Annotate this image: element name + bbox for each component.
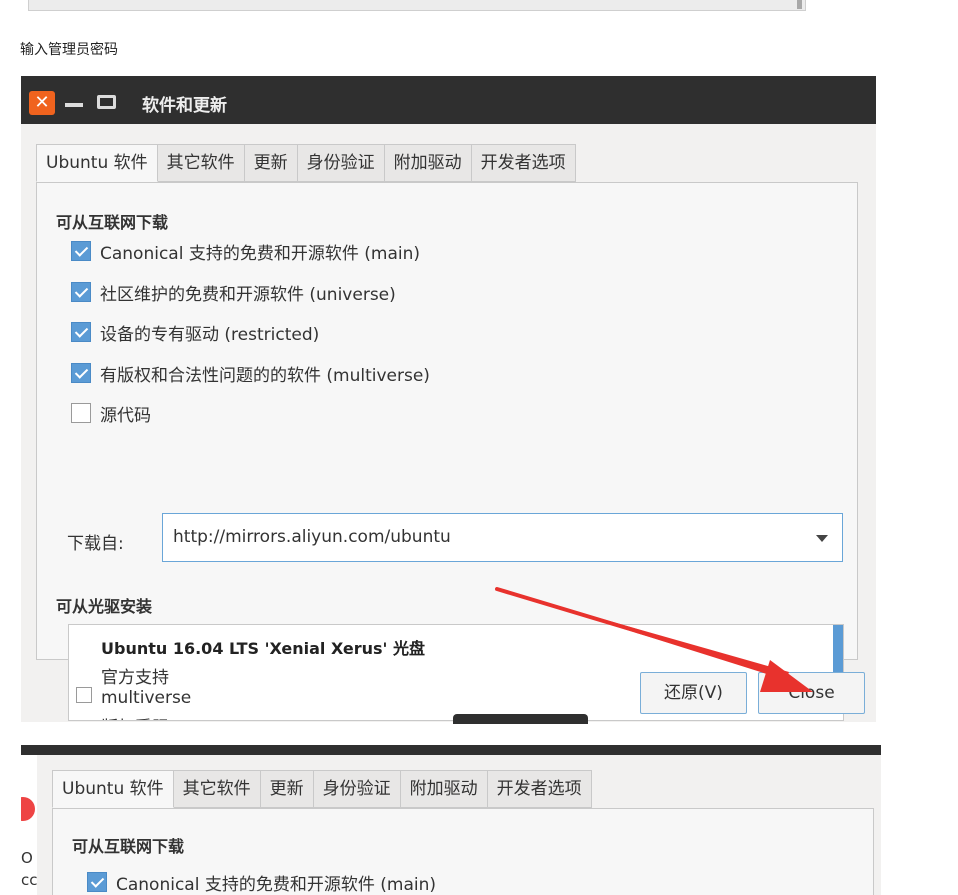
window-title: 软件和更新 (142, 96, 227, 116)
checkbox-multiverse[interactable] (71, 363, 91, 383)
tab-panel: 可从互联网下载 Canonical 支持的免费和开源软件 (main) 社区维护… (36, 182, 858, 721)
option-main[interactable]: Canonical 支持的免费和开源软件 (main) (71, 238, 420, 264)
option-main-label-2: Canonical 支持的免费和开源软件 (main) (116, 874, 436, 895)
window-close-button[interactable]: ✕ (29, 91, 55, 115)
cdrom-line-restricted: 版权受限 (101, 713, 169, 720)
caption-text: 输入管理员密码 (20, 42, 118, 58)
tab-ubuntu-software[interactable]: Ubuntu 软件 (36, 144, 158, 182)
chevron-down-icon[interactable] (816, 535, 828, 542)
tab-bar-second: Ubuntu 软件 其它软件 更新 身份验证 附加驱动 开发者选项 (52, 770, 592, 808)
software-updates-window: ✕ 软件和更新 Ubuntu 软件 其它软件 更新 身份验证 附加驱动 开发者选… (21, 76, 876, 722)
option-multiverse[interactable]: 有版权和合法性问题的的软件 (multiverse) (71, 360, 430, 386)
tab-additional-drivers[interactable]: 附加驱动 (384, 144, 472, 182)
app-icon-fragment (21, 797, 35, 821)
download-server-combo[interactable]: http://mirrors.aliyun.com/ubuntu (162, 513, 843, 562)
cdrom-line-multiverse: multiverse (101, 688, 192, 708)
close-button[interactable]: Close (758, 672, 865, 714)
cdrom-section-heading: 可从光驱安装 (56, 597, 153, 616)
tab-ubuntu-software-2[interactable]: Ubuntu 软件 (52, 770, 174, 808)
window-maximize-button[interactable] (97, 95, 116, 109)
option-restricted[interactable]: 设备的专有驱动 (restricted) (71, 319, 319, 345)
tab-bar: Ubuntu 软件 其它软件 更新 身份验证 附加驱动 开发者选项 (36, 144, 576, 182)
option-multiverse-label: 有版权和合法性问题的的软件 (multiverse) (100, 365, 430, 386)
tab-panel-second: 可从互联网下载 Canonical 支持的免费和开源软件 (main) (52, 808, 874, 895)
tab-developer-options[interactable]: 开发者选项 (471, 144, 576, 182)
tab-additional-drivers-2[interactable]: 附加驱动 (400, 770, 488, 808)
titlebar: ✕ 软件和更新 (21, 76, 876, 124)
download-from-label: 下载自: (67, 534, 124, 554)
option-universe-label: 社区维护的免费和开源软件 (universe) (100, 284, 396, 305)
internet-section-heading: 可从互联网下载 (56, 213, 169, 232)
tab-updates-2[interactable]: 更新 (260, 770, 314, 808)
checkbox-cdrom[interactable] (76, 687, 92, 703)
tab-authentication-2[interactable]: 身份验证 (313, 770, 401, 808)
option-source-code-label: 源代码 (100, 405, 151, 426)
option-source-code[interactable]: 源代码 (71, 400, 151, 426)
tab-updates[interactable]: 更新 (244, 144, 298, 182)
option-universe[interactable]: 社区维护的免费和开源软件 (universe) (71, 279, 396, 305)
tab-authentication[interactable]: 身份验证 (297, 144, 385, 182)
option-main-label: Canonical 支持的免费和开源软件 (main) (100, 243, 420, 264)
software-updates-window-second: O cc Ubuntu 软件 其它软件 更新 身份验证 附加驱动 开发者选项 可… (21, 745, 881, 895)
scrollbar-fragment (797, 0, 802, 9)
window-minimize-button[interactable] (65, 103, 83, 107)
option-main-2[interactable]: Canonical 支持的免费和开源软件 (main) (87, 869, 436, 895)
internet-section-heading-2: 可从互联网下载 (72, 837, 185, 856)
tab-developer-options-2[interactable]: 开发者选项 (487, 770, 592, 808)
checkbox-source-code[interactable] (71, 403, 91, 423)
tab-other-software[interactable]: 其它软件 (157, 144, 245, 182)
checkbox-restricted[interactable] (71, 322, 91, 342)
titlebar-second (21, 745, 881, 755)
background-text-fragment-2: cc (21, 871, 37, 889)
checkbox-main[interactable] (71, 241, 91, 261)
cdrom-title: Ubuntu 16.04 LTS 'Xenial Xerus' 光盘 (101, 639, 425, 658)
checkbox-main-2[interactable] (87, 872, 107, 892)
revert-button[interactable]: 还原(V) (640, 672, 747, 714)
download-server-value: http://mirrors.aliyun.com/ubuntu (173, 527, 451, 547)
cdrom-line-official: 官方支持 (101, 668, 169, 688)
checkbox-universe[interactable] (71, 282, 91, 302)
background-dark-fragment (453, 714, 588, 724)
background-text-fragment-1: O (21, 849, 33, 867)
background-window-edge: O cc (21, 755, 37, 895)
previous-screenshot-edge (28, 0, 806, 11)
tab-other-software-2[interactable]: 其它软件 (173, 770, 261, 808)
option-restricted-label: 设备的专有驱动 (restricted) (100, 324, 320, 345)
